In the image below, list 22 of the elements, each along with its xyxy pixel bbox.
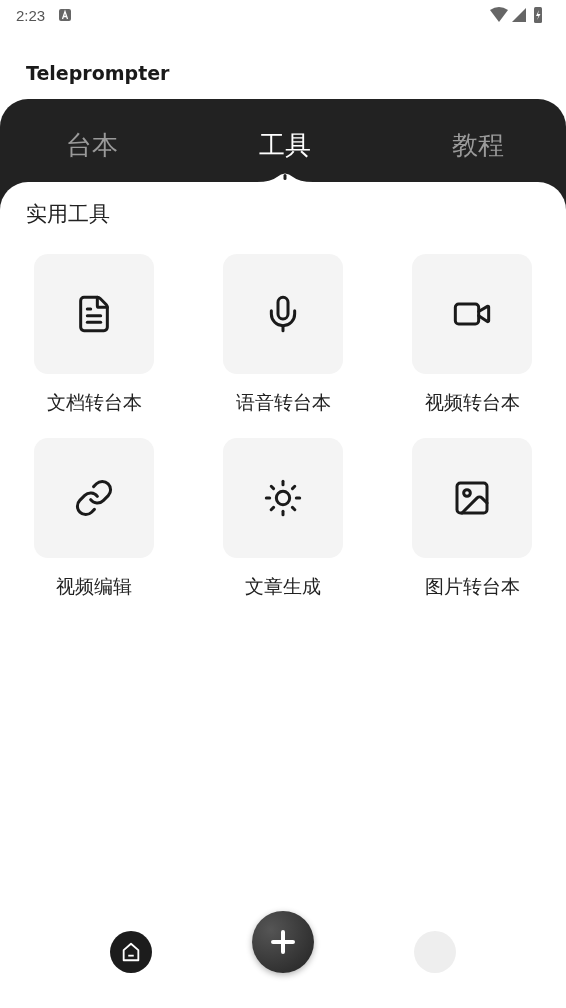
tool-label: 文章生成 (245, 574, 321, 599)
tool-label: 文档转台本 (46, 390, 142, 415)
add-button[interactable] (252, 911, 314, 973)
tab[interactable]: 工具 (259, 123, 311, 167)
tool-button[interactable] (34, 254, 154, 374)
app-title: Teleprompter (25, 61, 171, 86)
tool-label: 视频转台本 (424, 390, 520, 415)
tool-label: 视频编辑 (56, 574, 132, 599)
tool-button[interactable] (412, 438, 532, 558)
sun-icon (263, 478, 303, 518)
home-button[interactable] (110, 931, 152, 973)
link-icon (74, 478, 114, 518)
section-title: 实用工具 (25, 201, 111, 228)
plus-icon (271, 930, 295, 954)
home-icon (120, 941, 142, 963)
status-time: 2:23 (16, 6, 46, 24)
tab[interactable]: 教程 (452, 123, 504, 167)
tab[interactable]: 台本 (66, 123, 118, 167)
keyboard-icon (59, 9, 72, 21)
tool-label: 语音转台本 (235, 390, 331, 415)
tool-label: 图片转台本 (424, 574, 520, 599)
tool-button[interactable] (412, 254, 532, 374)
